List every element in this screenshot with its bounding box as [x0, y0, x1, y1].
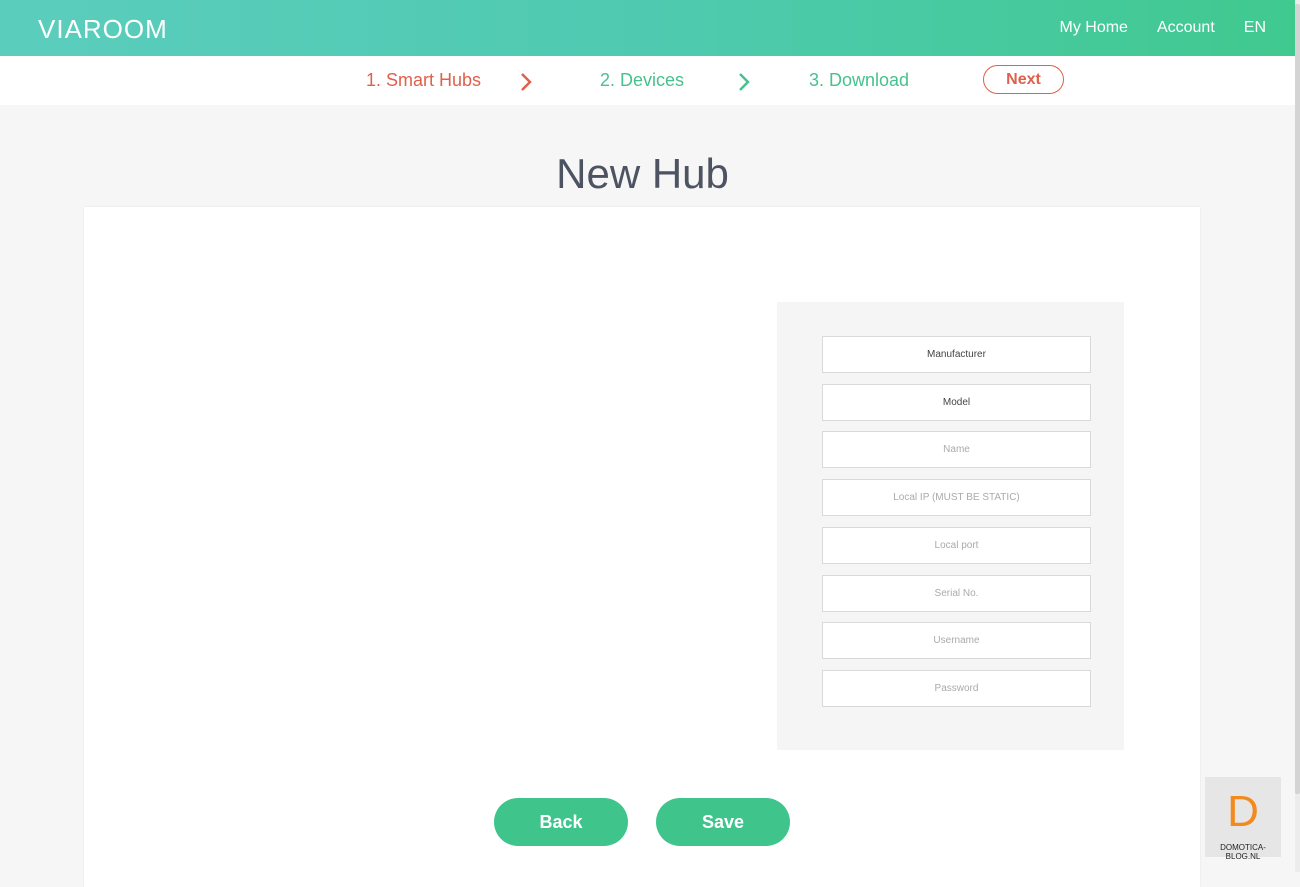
wizard-steps-bar: 1. Smart Hubs 2. Devices 3. Download	[0, 56, 1295, 105]
scrollbar-thumb[interactable]	[1295, 4, 1300, 794]
nav-link-account[interactable]: Account	[1157, 19, 1215, 37]
save-button[interactable]: Save	[656, 798, 790, 846]
top-navigation-bar: VIAROOM My Home Account EN	[0, 0, 1295, 56]
model-select[interactable]: Model	[822, 384, 1091, 421]
viaroom-logo[interactable]: VIAROOM	[38, 14, 168, 45]
page-title: New Hub	[556, 150, 729, 197]
manufacturer-select[interactable]: Manufacturer	[822, 336, 1091, 373]
chevron-right-icon	[739, 73, 750, 91]
password-input[interactable]	[822, 670, 1091, 707]
language-selector[interactable]: EN	[1244, 19, 1266, 37]
chevron-right-icon	[521, 73, 532, 91]
top-nav-links: My Home Account EN	[1060, 0, 1296, 56]
name-input[interactable]	[822, 431, 1091, 468]
watermark-logo-letter: D	[1227, 787, 1259, 836]
domotica-blog-watermark: D DOMOTICA-BLOG.NL	[1205, 777, 1281, 861]
local-port-input[interactable]	[822, 527, 1091, 564]
back-button[interactable]: Back	[494, 798, 628, 846]
local-ip-input[interactable]	[822, 479, 1091, 516]
step-download[interactable]: 3. Download	[809, 70, 909, 91]
watermark-text: DOMOTICA-BLOG.NL	[1220, 843, 1266, 861]
step-smart-hubs[interactable]: 1. Smart Hubs	[366, 70, 481, 91]
step-devices[interactable]: 2. Devices	[600, 70, 684, 91]
username-input[interactable]	[822, 622, 1091, 659]
page-scrollbar[interactable]	[1295, 0, 1300, 872]
nav-link-my-home[interactable]: My Home	[1060, 19, 1128, 37]
next-button[interactable]: Next	[983, 65, 1064, 94]
serial-number-input[interactable]	[822, 575, 1091, 612]
